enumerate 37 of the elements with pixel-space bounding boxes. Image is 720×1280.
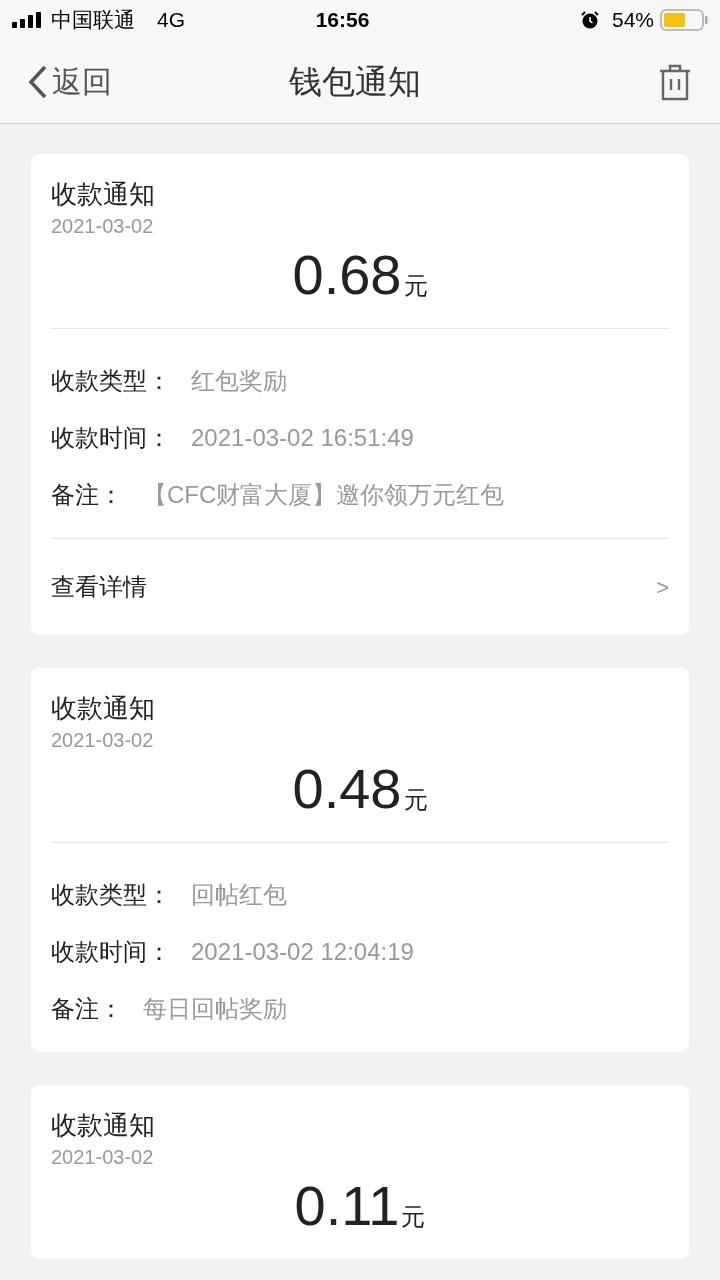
card-date: 2021-03-02: [51, 214, 154, 239]
field-label: 收款类型：: [51, 880, 171, 910]
signal-icon: [12, 12, 44, 28]
back-button[interactable]: 返回: [28, 59, 112, 104]
page-title: 钱包通知: [289, 61, 421, 102]
card-date: 2021-03-02: [51, 1145, 154, 1170]
card-title: 收款通知: [51, 1109, 156, 1142]
field-value: 每日回帖奖励: [143, 994, 287, 1024]
amount: 0.11: [294, 1175, 400, 1237]
field-value: 【CFC财富大厦】邀你领万元红包: [143, 480, 505, 510]
amount-unit: 元: [401, 1202, 426, 1232]
field-value: 红包奖励: [191, 366, 287, 396]
field-label: 收款时间：: [51, 423, 171, 453]
battery-icon: [660, 9, 708, 31]
view-details-link[interactable]: 查看详情 >: [51, 538, 669, 635]
card-title: 收款通知: [51, 692, 156, 725]
field-label: 备注：: [51, 480, 123, 510]
amount: 0.68: [292, 244, 402, 306]
field-value: 2021-03-02 12:04:19: [191, 937, 414, 967]
delete-button[interactable]: [658, 62, 692, 101]
amount-unit: 元: [403, 785, 428, 815]
chevron-left-icon: [28, 64, 48, 99]
battery-percent: 54%: [611, 7, 654, 34]
card-date: 2021-03-02: [51, 728, 154, 753]
network-type: 4G: [157, 7, 185, 34]
field-label: 收款类型：: [51, 366, 171, 396]
field-value: 2021-03-02 16:51:49: [191, 423, 414, 453]
field-value: 回帖红包: [191, 880, 287, 910]
amount: 0.48: [292, 758, 402, 820]
amount-unit: 元: [403, 271, 428, 301]
clock-time: 16:56: [315, 7, 370, 34]
card-title: 收款通知: [51, 178, 156, 211]
carrier-name: 中国联通: [51, 7, 135, 34]
trash-icon: [658, 62, 692, 101]
field-label: 备注：: [51, 994, 123, 1024]
alarm-icon: [579, 10, 600, 30]
field-label: 收款时间：: [51, 937, 171, 967]
